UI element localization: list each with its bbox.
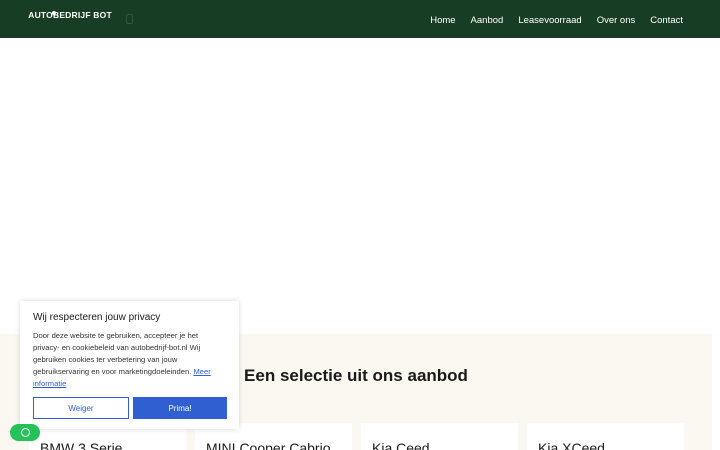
phone-contact[interactable] — [126, 14, 133, 24]
privacy-title: Wij respecteren jouw privacy — [33, 312, 161, 323]
car-card[interactable]: Kia XCeed — [527, 423, 684, 450]
car-title: Kia XCeed — [538, 440, 605, 450]
logo-dot — [52, 11, 56, 15]
phone-icon — [126, 14, 133, 24]
nav-home[interactable]: Home — [430, 15, 455, 26]
privacy-body-text: Door deze website te gebruiken, acceptee… — [33, 331, 201, 376]
nav-over-ons[interactable]: Over ons — [597, 15, 636, 26]
car-card[interactable]: Kia Ceed — [361, 423, 518, 450]
privacy-text: Door deze website te gebruiken, acceptee… — [33, 330, 223, 390]
nav-contact[interactable]: Contact — [650, 15, 683, 26]
car-title: Kia Ceed — [372, 440, 430, 450]
car-title: MINI Cooper Cabrio — [206, 440, 331, 450]
whatsapp-button[interactable] — [10, 424, 40, 441]
car-title: BMW 3 Serie — [40, 440, 123, 450]
whatsapp-icon — [20, 428, 30, 437]
privacy-dialog: Wij respecteren jouw privacy Door deze w… — [20, 301, 239, 429]
nav-leasevoorraad[interactable]: Leasevoorraad — [518, 15, 581, 26]
logo-text: AUTOBEDRIJF BOT — [28, 10, 112, 20]
main-nav: Home Aanbod Leasevoorraad Over ons Conta… — [430, 15, 683, 26]
decline-button[interactable]: Weiger — [33, 397, 129, 419]
accept-button[interactable]: Prima! — [133, 397, 227, 419]
logo[interactable]: AUTOBEDRIJF BOT — [26, 10, 112, 20]
top-navigation-bar: AUTOBEDRIJF BOT Home Aanbod Leasevoorraa… — [0, 0, 720, 38]
hero-area — [0, 38, 720, 334]
nav-aanbod[interactable]: Aanbod — [471, 15, 504, 26]
